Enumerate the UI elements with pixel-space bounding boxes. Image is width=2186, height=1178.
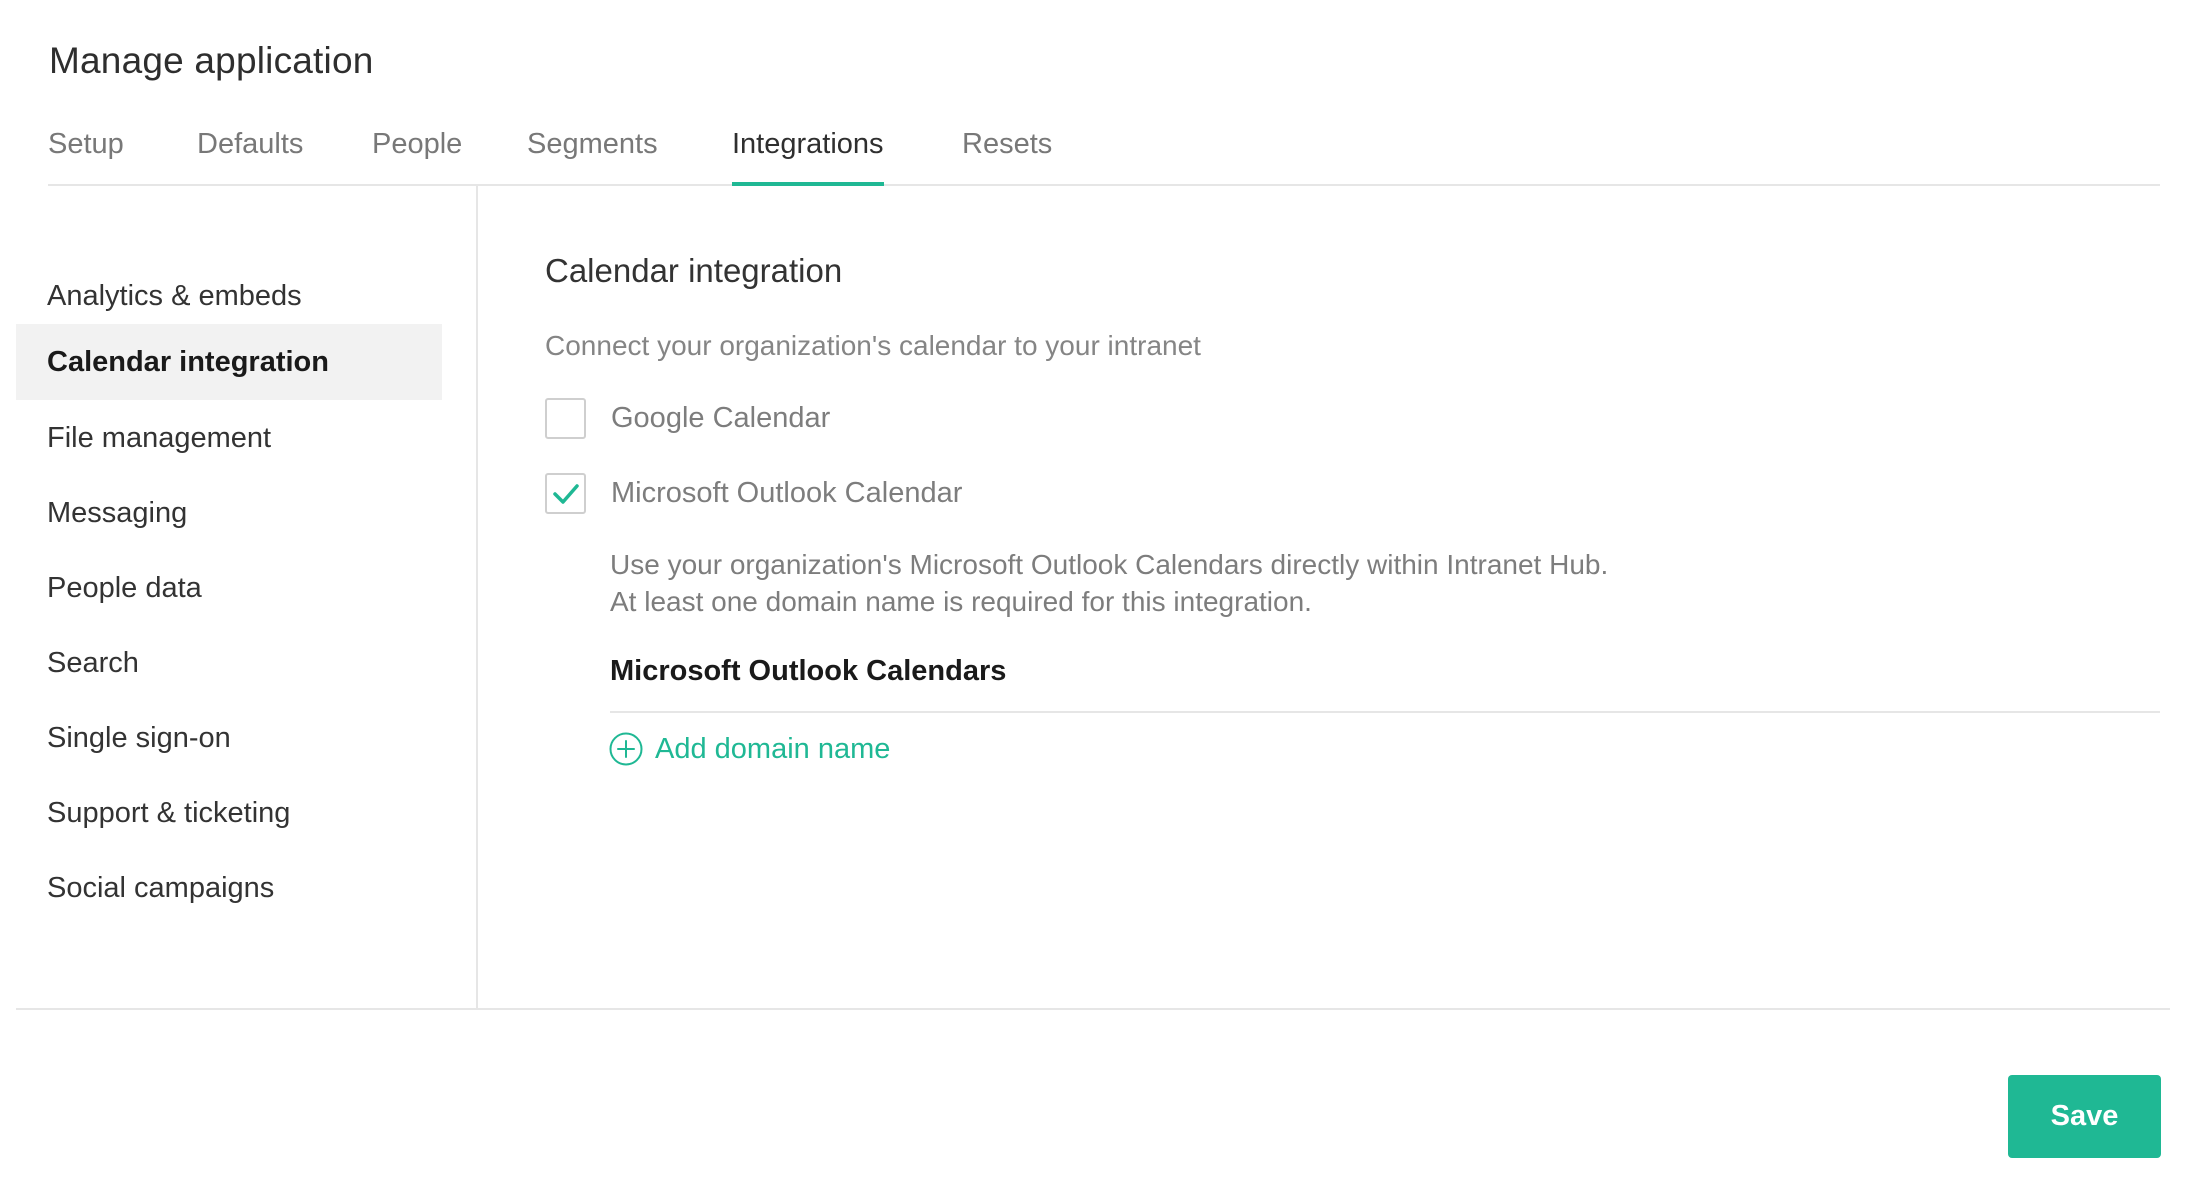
sidebar-item-messaging[interactable]: Messaging [16,475,442,551]
outlook-description-line-2: At least one domain name is required for… [610,586,1312,617]
sidebar-item-social-campaigns[interactable]: Social campaigns [16,850,442,926]
plus-circle-icon [609,732,643,766]
tab-segments[interactable]: Segments [527,128,658,186]
google-calendar-option[interactable]: Google Calendar [545,397,830,439]
vertical-divider [476,186,478,1009]
outlook-calendars-divider [610,711,2160,713]
tab-defaults[interactable]: Defaults [197,128,303,186]
checkmark-icon [553,483,579,504]
google-calendar-label: Google Calendar [611,401,831,434]
sidebar-item-single-sign-on[interactable]: Single sign-on [16,700,442,776]
sidebar-item-calendar-integration[interactable]: Calendar integration [16,324,442,400]
sidebar-item-support-ticketing[interactable]: Support & ticketing [16,775,442,851]
google-calendar-checkbox[interactable] [545,397,586,439]
outlook-description-line-1: Use your organization's Microsoft Outloo… [610,549,1609,580]
outlook-calendars-heading: Microsoft Outlook Calendars [610,655,1007,687]
tab-bar: Setup Defaults People Segments Integrati… [48,124,2160,186]
tab-people[interactable]: People [372,128,462,186]
tab-integrations[interactable]: Integrations [732,128,884,186]
add-domain-name-label: Add domain name [655,732,891,765]
tab-resets[interactable]: Resets [962,128,1052,186]
sidebar-item-analytics-embeds[interactable]: Analytics & embeds [16,258,442,334]
footer-divider [16,1008,2170,1010]
sidebar-item-search[interactable]: Search [16,625,442,701]
outlook-calendar-label: Microsoft Outlook Calendar [611,476,963,509]
section-description: Connect your organization's calendar to … [545,330,1201,361]
save-button[interactable]: Save [2008,1075,2161,1158]
outlook-calendar-option[interactable]: Microsoft Outlook Calendar [545,472,962,514]
sidebar-item-file-management[interactable]: File management [16,400,442,476]
outlook-calendar-checkbox[interactable] [545,472,586,514]
sidebar-item-people-data[interactable]: People data [16,550,442,626]
section-title: Calendar integration [545,252,843,289]
page-title: Manage application [49,40,374,81]
outlook-description: Use your organization's Microsoft Outloo… [610,546,1608,620]
add-domain-name-button[interactable]: Add domain name [609,732,890,766]
tab-setup[interactable]: Setup [48,128,124,186]
